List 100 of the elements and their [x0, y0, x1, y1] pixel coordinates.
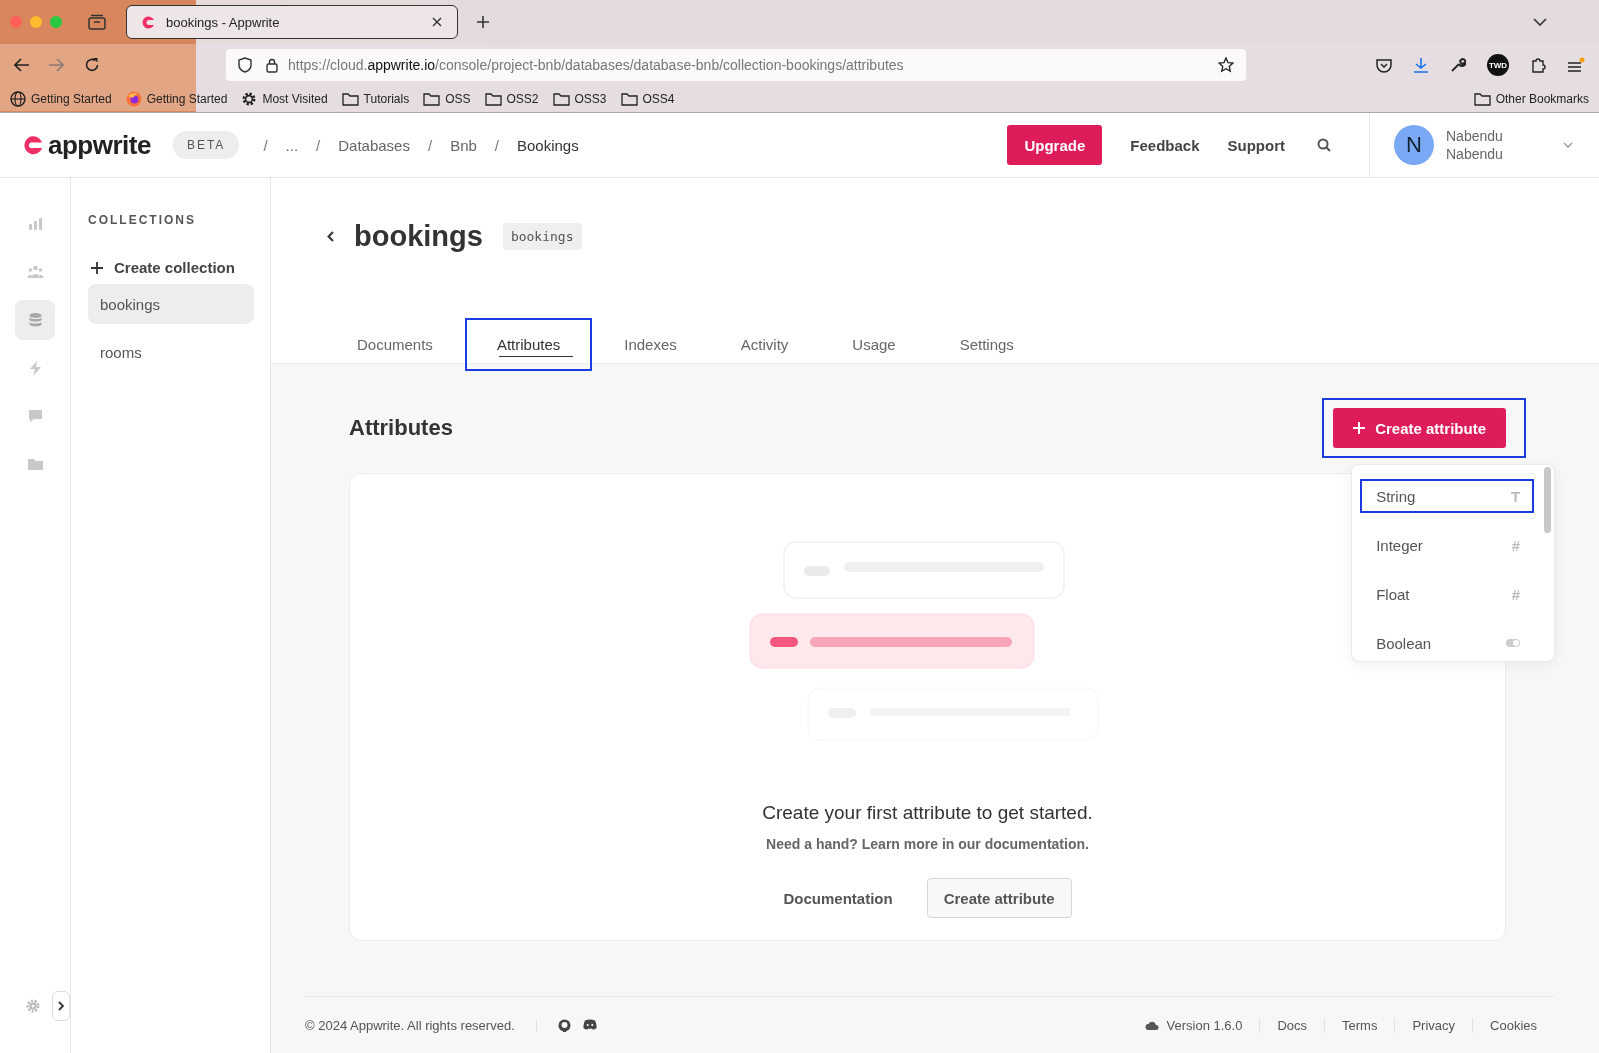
breadcrumb-link[interactable]: Bookings: [517, 136, 579, 154]
documentation-link[interactable]: Documentation: [783, 889, 893, 907]
id-badge: bookings: [502, 223, 582, 250]
version-label: Version 1.6.0: [1144, 1017, 1260, 1033]
copyright-text: © 2024 Appwrite. All rights reserved.: [305, 1017, 515, 1033]
tab[interactable]: Usage: [820, 318, 928, 371]
chevron-down-icon: [1563, 142, 1573, 148]
user-name: Nabendu: [1446, 128, 1503, 144]
header-link[interactable]: Support: [1227, 136, 1285, 154]
browser-tab[interactable]: bookings - Appwrite: [126, 5, 458, 39]
shield-icon[interactable]: [238, 57, 252, 73]
chevron-right-icon: [58, 1001, 64, 1011]
toggle-icon: [1506, 639, 1521, 647]
lock-icon: [266, 57, 278, 73]
footer-link[interactable]: Cookies: [1472, 1017, 1554, 1033]
download-icon[interactable]: [1413, 57, 1429, 73]
breadcrumb-separator: /: [316, 136, 321, 154]
bookmark[interactable]: Other Bookmarks: [1473, 91, 1589, 106]
header-link[interactable]: Feedback: [1130, 136, 1200, 154]
browser-logo-icon[interactable]: [125, 90, 142, 107]
page-title: bookings: [354, 220, 483, 253]
create-attribute-button[interactable]: Create attribute: [1333, 408, 1506, 448]
footer-link[interactable]: Terms: [1324, 1017, 1395, 1033]
chat-icon: [26, 408, 44, 424]
empty-state-title: Create your first attribute to get started.: [762, 802, 1093, 824]
wrench-icon[interactable]: [1450, 57, 1466, 73]
type-symbol: #: [1511, 536, 1521, 554]
globe-icon[interactable]: [10, 90, 26, 107]
footer-link[interactable]: Docs: [1259, 1017, 1324, 1033]
collection-item[interactable]: bookings: [88, 284, 254, 324]
tab[interactable]: Indexes: [592, 318, 709, 371]
user-menu[interactable]: N Nabendu Nabendu: [1369, 113, 1599, 177]
user-avatar: N: [1394, 125, 1434, 165]
breadcrumb-link[interactable]: Databases: [338, 136, 410, 154]
address-bar[interactable]: https://cloud.appwrite.io/console/project-bnb/databases/database-bnb/collection-bookings/attributes: [226, 49, 1246, 81]
bookmark[interactable]: Most Visited: [241, 90, 328, 107]
menu-item[interactable]: Float #: [1360, 577, 1535, 611]
menu-item[interactable]: Integer #: [1360, 528, 1535, 562]
appwrite-logo-icon: [141, 14, 157, 30]
plus-icon: [91, 261, 103, 274]
empty-state-text: Need a hand? Learn more in our documentation.: [766, 836, 1089, 852]
people-icon: [26, 264, 44, 280]
menu-item[interactable]: String T: [1360, 479, 1535, 513]
bookmark-star-icon[interactable]: [1218, 57, 1234, 73]
gear-icon[interactable]: [241, 90, 258, 107]
folder-icon: [26, 456, 44, 472]
tab-list-icon[interactable]: [1533, 18, 1547, 26]
breadcrumb-separator: /: [427, 136, 433, 154]
folder-icon[interactable]: [341, 91, 359, 106]
folder-icon[interactable]: [620, 91, 638, 106]
breadcrumb-link[interactable]: ...: [285, 136, 299, 154]
tab-overview-icon[interactable]: [88, 14, 106, 30]
chart-icon: [26, 216, 44, 232]
close-icon[interactable]: [431, 16, 443, 28]
expand-button[interactable]: [52, 991, 70, 1021]
bookmark[interactable]: OSS3: [552, 91, 607, 106]
breadcrumb-separator: /: [263, 136, 268, 154]
bookmark[interactable]: OSS2: [484, 91, 539, 106]
folder-icon[interactable]: [423, 91, 441, 106]
create-attribute-button[interactable]: Create attribute: [926, 878, 1072, 918]
menu-item[interactable]: Boolean: [1360, 626, 1535, 660]
collection-item[interactable]: rooms: [88, 332, 254, 372]
appwrite-logo-icon: [22, 135, 44, 155]
tab[interactable]: Activity: [708, 318, 821, 371]
back-icon[interactable]: [14, 58, 30, 72]
extensions-icon[interactable]: [1530, 57, 1546, 73]
profile-badge[interactable]: TWD: [1487, 54, 1509, 76]
discord-icon[interactable]: [582, 1018, 597, 1030]
app-logo[interactable]: appwrite: [22, 129, 151, 161]
type-symbol: T: [1510, 487, 1521, 505]
tab[interactable]: Attributes: [464, 318, 593, 371]
bookmark[interactable]: OSS: [423, 91, 471, 106]
search-icon[interactable]: [1317, 138, 1331, 152]
bookmark[interactable]: OSS4: [620, 91, 675, 106]
section-heading: COLLECTIONS: [88, 213, 197, 227]
plus-icon: [1353, 422, 1366, 434]
new-tab-icon[interactable]: [476, 15, 490, 29]
scrollbar-thumb[interactable]: [1544, 467, 1552, 533]
breadcrumb-link[interactable]: Bnb: [450, 136, 477, 154]
breadcrumb-separator: /: [494, 136, 499, 154]
tab[interactable]: Documents: [325, 318, 465, 371]
cloud-icon: [1144, 1020, 1159, 1030]
bookmark[interactable]: Getting Started: [125, 90, 228, 107]
reload-icon[interactable]: [84, 57, 100, 73]
create-collection-link[interactable]: Create collection: [88, 259, 254, 276]
footer-link[interactable]: Privacy: [1394, 1017, 1473, 1033]
folder-icon[interactable]: [484, 91, 502, 106]
tab[interactable]: Settings: [927, 318, 1046, 371]
upgrade-button[interactable]: Upgrade: [1007, 125, 1103, 165]
menu-icon[interactable]: [1567, 57, 1585, 73]
pocket-icon[interactable]: [1376, 57, 1392, 73]
type-symbol: #: [1511, 585, 1521, 603]
organization-name: Nabendu: [1446, 146, 1503, 162]
beta-badge: BETA: [172, 131, 240, 159]
back-chevron-icon[interactable]: [327, 231, 334, 242]
folder-icon[interactable]: [552, 91, 570, 106]
section-title: Attributes: [349, 415, 453, 441]
bookmark[interactable]: Tutorials: [341, 91, 410, 106]
bookmark[interactable]: Getting Started: [10, 90, 112, 107]
folder-icon[interactable]: [1473, 91, 1491, 106]
